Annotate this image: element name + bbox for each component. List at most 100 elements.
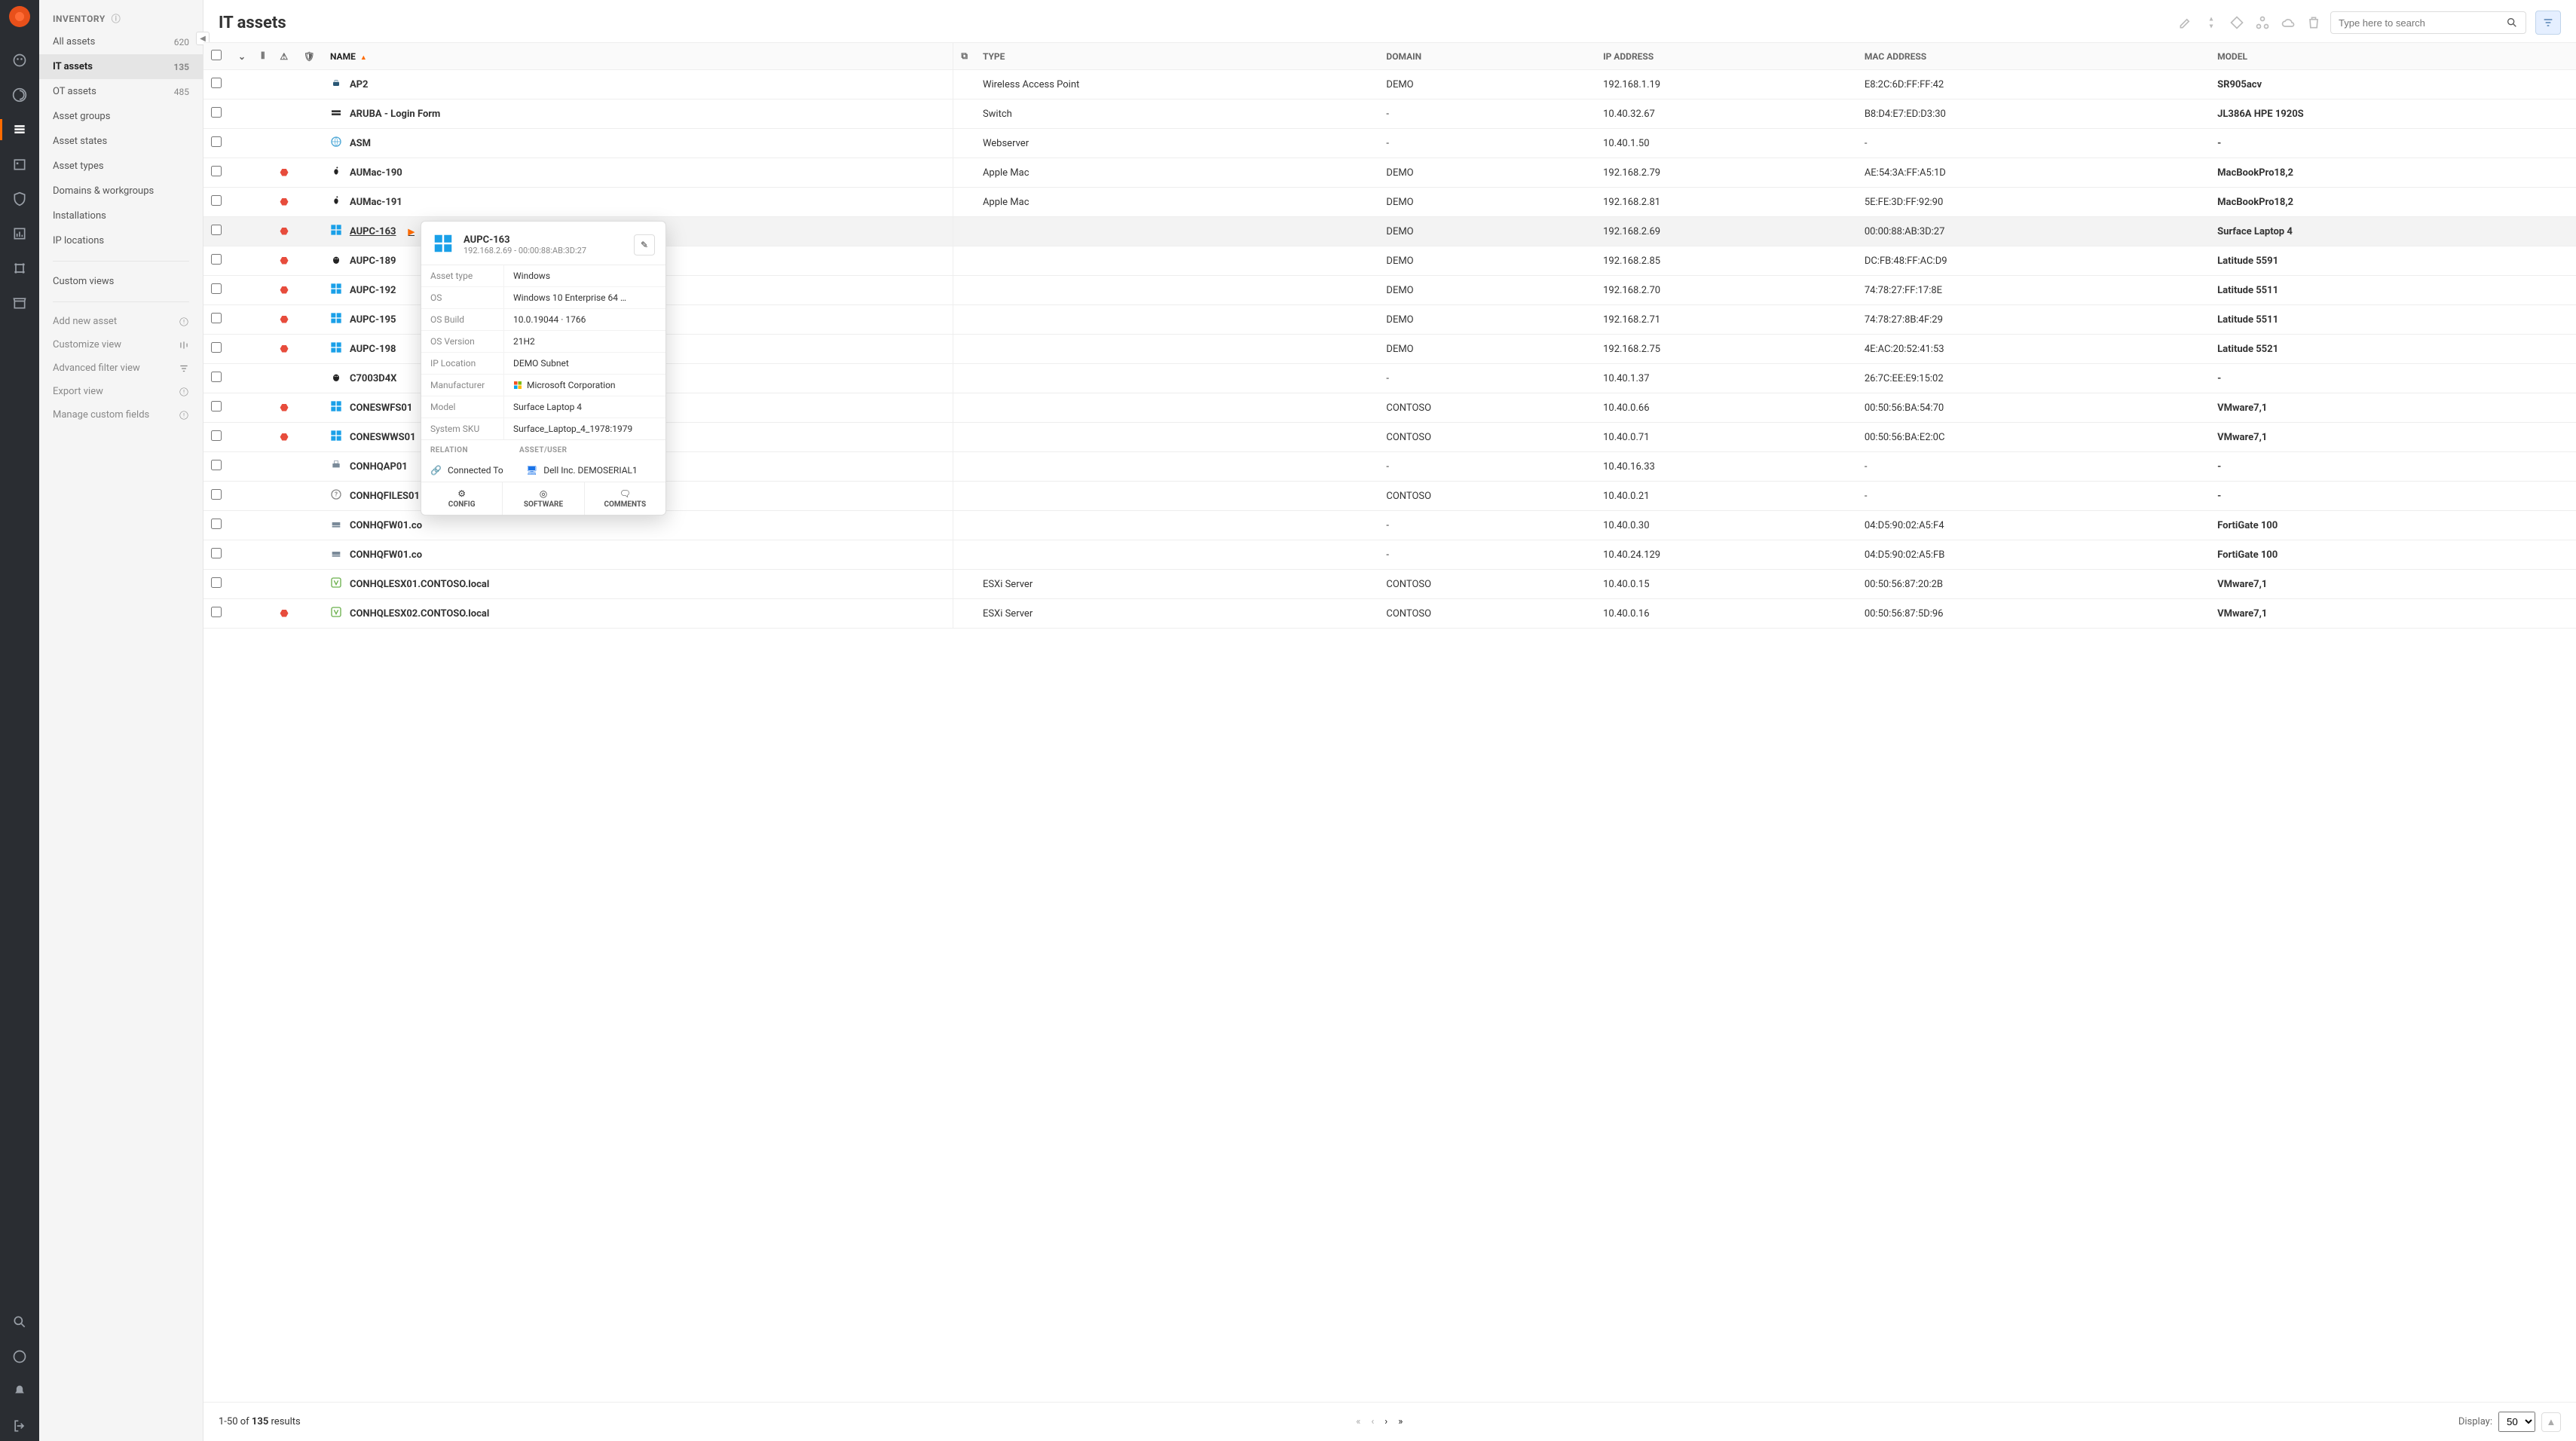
row-checkbox[interactable] bbox=[211, 607, 222, 617]
popover-edit-button[interactable]: ✎ bbox=[634, 234, 655, 255]
col-checkbox[interactable] bbox=[203, 43, 231, 70]
row-checkbox[interactable] bbox=[211, 78, 222, 88]
scroll-top-button[interactable]: ▲ bbox=[2541, 1412, 2561, 1432]
rail-bell-icon[interactable] bbox=[0, 1376, 39, 1406]
customize-view[interactable]: Customize view bbox=[39, 333, 203, 356]
popover-software[interactable]: ◎SOFTWARE bbox=[503, 482, 584, 515]
rail-scan-icon[interactable] bbox=[0, 80, 39, 110]
rail-inventory-icon[interactable] bbox=[0, 115, 39, 145]
popover-comments[interactable]: 🗨COMMENTS bbox=[585, 482, 665, 515]
table-row[interactable]: ASM Webserver - 10.40.1.50 - - bbox=[203, 129, 2576, 158]
rail-network-icon[interactable] bbox=[0, 253, 39, 283]
table-row[interactable]: ARUBA - Login Form Switch - 10.40.32.67 … bbox=[203, 99, 2576, 129]
col-mac[interactable]: MAC ADDRESS bbox=[1857, 43, 2210, 70]
display-select[interactable]: 50 bbox=[2498, 1412, 2535, 1432]
row-checkbox[interactable] bbox=[211, 489, 222, 500]
asset-name[interactable]: CONESWWS01 bbox=[350, 432, 416, 443]
sidebar-item[interactable]: Asset states bbox=[39, 129, 203, 154]
rail-shield-icon[interactable] bbox=[0, 184, 39, 214]
sidebar-item[interactable]: Asset groups bbox=[39, 104, 203, 129]
rail-store-icon[interactable] bbox=[0, 288, 39, 318]
asset-name[interactable]: CONESWFS01 bbox=[350, 402, 412, 414]
search-box[interactable] bbox=[2330, 11, 2526, 34]
tag-icon[interactable] bbox=[2229, 15, 2244, 30]
row-checkbox[interactable] bbox=[211, 107, 222, 118]
asset-name[interactable]: CONHQLESX01.CONTOSO.local bbox=[350, 579, 489, 590]
asset-name[interactable]: CONHQFILES01 bbox=[350, 491, 420, 502]
table-row[interactable]: AP2 Wireless Access Point DEMO 192.168.1… bbox=[203, 70, 2576, 99]
search-icon[interactable] bbox=[2506, 17, 2518, 29]
sidebar-item[interactable]: Installations bbox=[39, 203, 203, 228]
row-checkbox[interactable] bbox=[211, 401, 222, 411]
asset-name[interactable]: AUPC-163 bbox=[350, 226, 396, 237]
sidebar-item[interactable]: Asset types bbox=[39, 154, 203, 179]
col-model[interactable]: MODEL bbox=[2210, 43, 2576, 70]
sidebar-item[interactable]: IP locations bbox=[39, 228, 203, 253]
row-checkbox[interactable] bbox=[211, 430, 222, 441]
row-checkbox[interactable] bbox=[211, 519, 222, 529]
rail-logout-icon[interactable] bbox=[0, 1411, 39, 1441]
col-expand[interactable]: ⌄ bbox=[231, 43, 253, 70]
rail-search-icon[interactable] bbox=[0, 1307, 39, 1337]
pager-first[interactable]: « bbox=[1356, 1416, 1360, 1427]
asset-name[interactable]: AUPC-195 bbox=[350, 314, 396, 326]
asset-name[interactable]: ARUBA - Login Form bbox=[350, 109, 440, 120]
sidebar-item[interactable]: IT assets135 bbox=[39, 54, 203, 79]
col-copy-icon[interactable]: ⧉ bbox=[953, 43, 975, 70]
scan-icon[interactable] bbox=[2204, 15, 2219, 30]
asset-name[interactable]: ASM bbox=[350, 138, 371, 149]
asset-name[interactable]: CONHQFW01.co bbox=[350, 549, 422, 561]
rail-calendar-icon[interactable] bbox=[0, 149, 39, 179]
asset-name[interactable]: AUMac-190 bbox=[350, 167, 402, 179]
cloud-icon[interactable] bbox=[2281, 15, 2296, 30]
edit-icon[interactable] bbox=[2178, 15, 2193, 30]
table-row[interactable]: ⬣ CONHQLESX02.CONTOSO.local ESXi Server … bbox=[203, 599, 2576, 629]
row-checkbox[interactable] bbox=[211, 283, 222, 294]
rail-dashboard-icon[interactable] bbox=[0, 45, 39, 75]
row-checkbox[interactable] bbox=[211, 166, 222, 176]
table-row[interactable]: CONHQLESX01.CONTOSO.local ESXi Server CO… bbox=[203, 570, 2576, 599]
asset-name[interactable]: CONHQAP01 bbox=[350, 461, 408, 473]
col-type[interactable]: TYPE bbox=[975, 43, 1378, 70]
asset-name[interactable]: AUPC-192 bbox=[350, 285, 396, 296]
export-view[interactable]: Export view! bbox=[39, 380, 203, 403]
table-row[interactable]: CONHQFW01.co - 10.40.24.129 04:D5:90:02:… bbox=[203, 540, 2576, 570]
search-input[interactable] bbox=[2339, 17, 2506, 29]
col-domain[interactable]: DOMAIN bbox=[1378, 43, 1595, 70]
relation-icon[interactable] bbox=[2255, 15, 2270, 30]
asset-name[interactable]: AUMac-191 bbox=[350, 197, 402, 208]
pager-next[interactable]: › bbox=[1384, 1416, 1387, 1427]
sidebar-item[interactable]: All assets620 bbox=[39, 29, 203, 54]
col-name[interactable]: NAME bbox=[323, 43, 953, 70]
row-checkbox[interactable] bbox=[211, 313, 222, 323]
rel-target[interactable]: Dell Inc. DEMOSERIAL1 bbox=[543, 465, 638, 476]
asset-name[interactable]: AUPC-189 bbox=[350, 255, 396, 267]
row-checkbox[interactable] bbox=[211, 136, 222, 147]
rail-help-icon[interactable] bbox=[0, 1342, 39, 1372]
asset-name[interactable]: AUPC-198 bbox=[350, 344, 396, 355]
asset-name[interactable]: CONHQLESX02.CONTOSO.local bbox=[350, 608, 489, 620]
pager-last[interactable]: » bbox=[1398, 1416, 1403, 1427]
row-checkbox[interactable] bbox=[211, 372, 222, 382]
filter-button[interactable] bbox=[2535, 11, 2561, 35]
popover-config[interactable]: ⚙CONFIG bbox=[421, 482, 503, 515]
table-row[interactable]: ⬣ AUMac-191 Apple Mac DEMO 192.168.2.81 … bbox=[203, 188, 2576, 217]
row-checkbox[interactable] bbox=[211, 577, 222, 588]
manage-custom-fields[interactable]: Manage custom fields! bbox=[39, 403, 203, 427]
sidebar-item[interactable]: Domains & workgroups bbox=[39, 179, 203, 203]
row-checkbox[interactable] bbox=[211, 195, 222, 206]
asset-name[interactable]: CONHQFW01.co bbox=[350, 520, 422, 531]
trash-icon[interactable] bbox=[2306, 15, 2321, 30]
info-icon[interactable]: ⓘ bbox=[112, 12, 121, 25]
add-new-asset[interactable]: Add new asset! bbox=[39, 310, 203, 333]
row-checkbox[interactable] bbox=[211, 460, 222, 470]
rail-reports-icon[interactable] bbox=[0, 219, 39, 249]
row-checkbox[interactable] bbox=[211, 548, 222, 558]
sidebar-item[interactable]: OT assets485 bbox=[39, 79, 203, 104]
row-checkbox[interactable] bbox=[211, 254, 222, 265]
row-checkbox[interactable] bbox=[211, 342, 222, 353]
asset-name[interactable]: C7003D4X bbox=[350, 373, 397, 384]
pager-prev[interactable]: ‹ bbox=[1371, 1416, 1374, 1427]
advanced-filter-view[interactable]: Advanced filter view bbox=[39, 356, 203, 380]
col-ip[interactable]: IP ADDRESS bbox=[1595, 43, 1857, 70]
